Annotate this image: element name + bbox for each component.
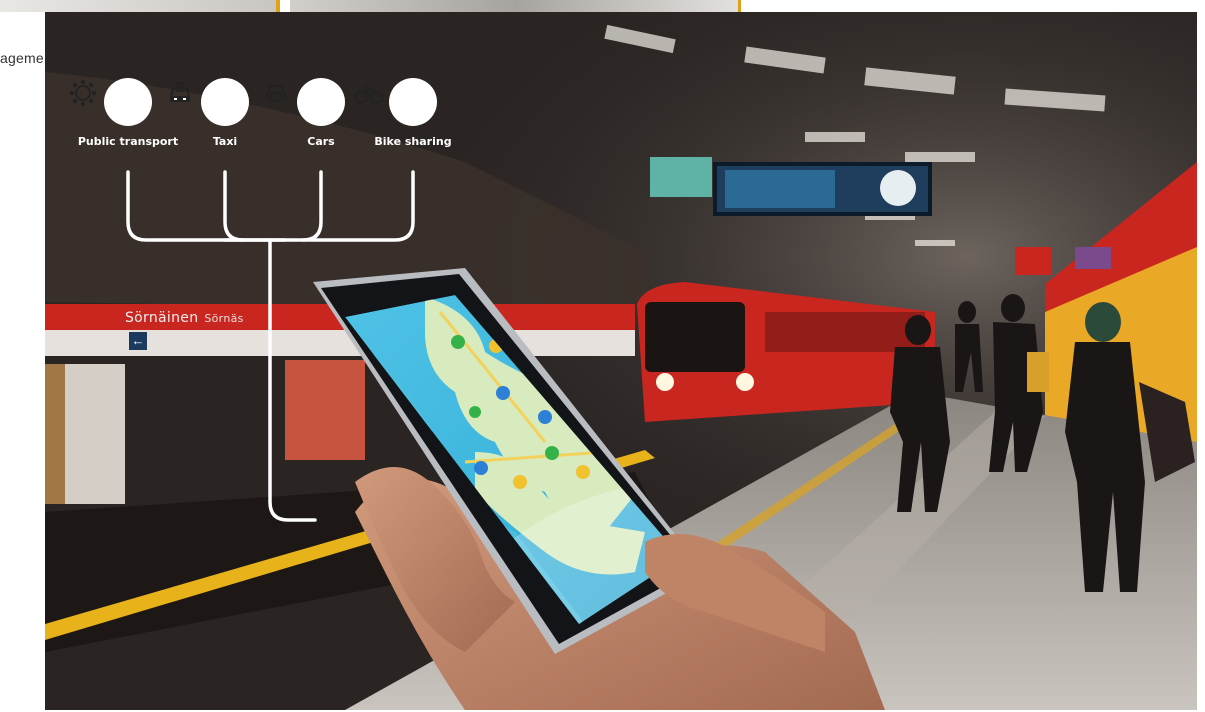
station-name-sign: Sörnäinen Sörnäs — [125, 310, 244, 326]
cut-off-side-text: ageme — [0, 50, 44, 66]
mode-label: Bike sharing — [374, 135, 452, 148]
arrow-left-icon: ← — [129, 332, 147, 350]
station-name: Sörnäinen — [125, 310, 199, 326]
public-transport-icon — [69, 78, 152, 126]
car-icon — [265, 78, 345, 126]
metro-station-photo: Public transport Taxi Cars Bike sharing … — [45, 12, 1197, 710]
station-alt-name: Sörnäs — [204, 312, 244, 325]
bike-icon — [354, 78, 437, 126]
top-decorative-strip — [0, 0, 1205, 12]
mode-bike-sharing: Bike sharing — [353, 78, 473, 148]
taxi-icon — [169, 78, 249, 126]
